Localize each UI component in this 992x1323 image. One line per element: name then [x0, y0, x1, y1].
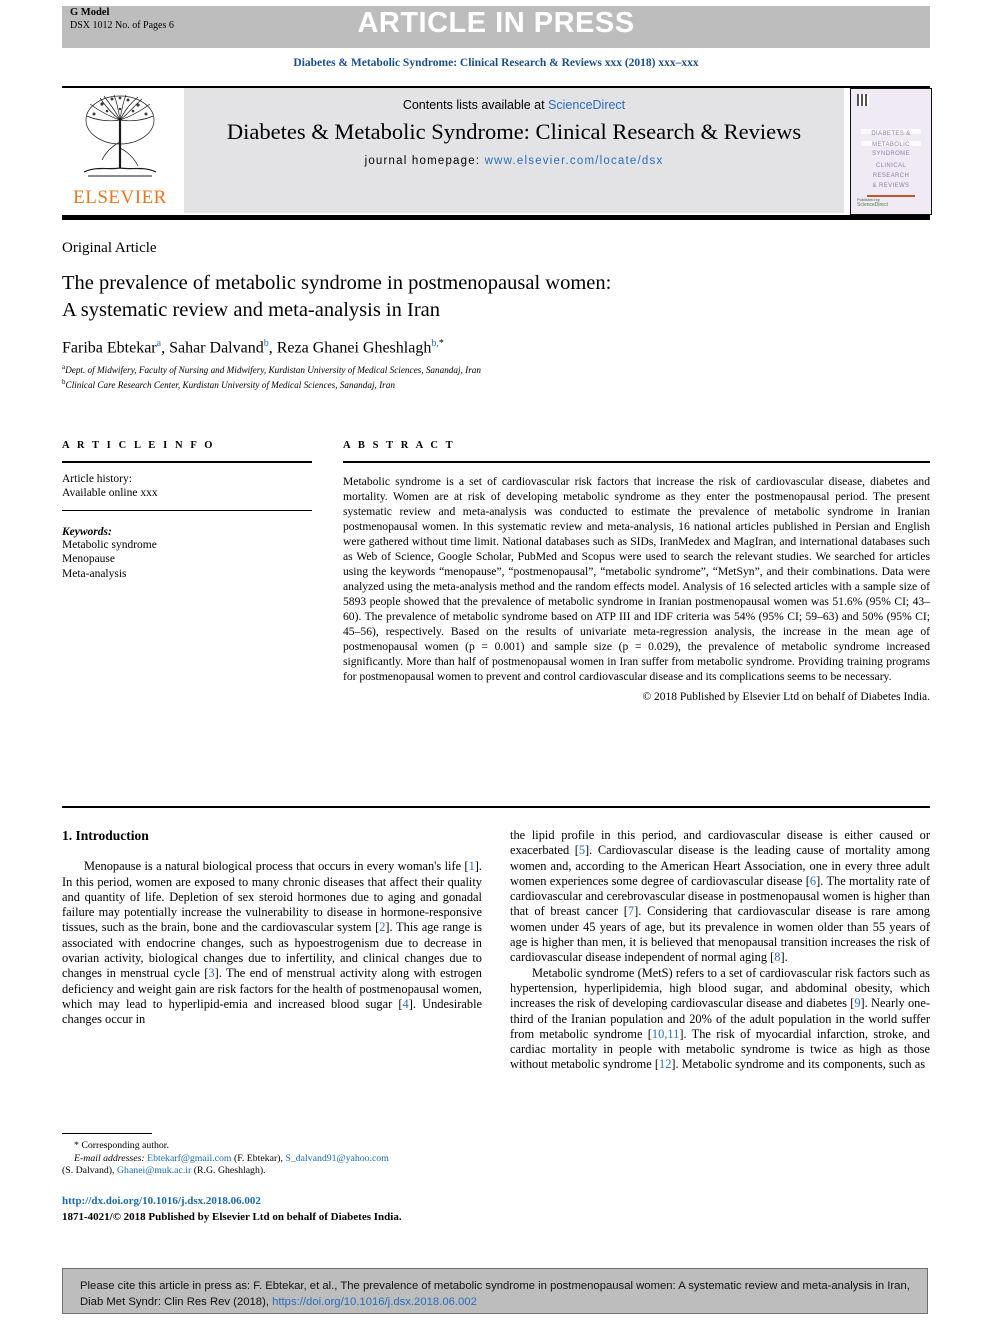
introduction-left-column: 1. Introduction Menopause is a natural b… — [62, 828, 482, 1028]
keywords-label: Keywords: — [62, 525, 112, 538]
reference-link[interactable]: 6 — [810, 874, 816, 888]
journal-running-head: Diabetes & Metabolic Syndrome: Clinical … — [293, 57, 699, 69]
affiliation-item: bClinical Care Research Center, Kurdista… — [62, 377, 882, 392]
journal-title: Diabetes & Metabolic Syndrome: Clinical … — [226, 119, 802, 144]
email-link-ebtekar[interactable]: Ebtekarf@gmail.com — [147, 1153, 231, 1164]
introduction-paragraph: Metabolic syndrome (MetS) refers to a se… — [510, 965, 931, 1072]
abstract-text: Metabolic syndrome is a set of cardiovas… — [343, 474, 930, 683]
masthead-bottom-rule — [62, 215, 930, 220]
abstract-bottom-rule — [62, 806, 930, 808]
affiliation-list: aDept. of Midwifery, Faculty of Nursing … — [62, 362, 882, 391]
author-name[interactable]: Sahar Dalvand — [169, 339, 264, 356]
affiliation-text: Clinical Care Research Center, Kurdistan… — [65, 379, 395, 390]
email-addresses-label: E-mail addresses: — [74, 1152, 145, 1164]
article-info-heading: A R T I C L E I N F O — [62, 440, 216, 451]
elsevier-logo: ELSEVIER — [62, 88, 178, 213]
article-history-label: Article history: — [62, 472, 132, 485]
reference-link[interactable]: 4 — [403, 997, 409, 1011]
corresponding-author-text: Corresponding author. — [81, 1140, 169, 1151]
author-name[interactable]: Reza Ghanei Gheshlagh — [277, 339, 432, 356]
reference-link[interactable]: 5 — [579, 843, 585, 857]
elsevier-wordmark: ELSEVIER — [73, 187, 167, 208]
corresponding-author-marker: * — [438, 338, 444, 349]
corresponding-author-star: * — [74, 1140, 79, 1151]
journal-cover-thumbnail[interactable]: DIABETES & METABOLIC SYNDROME CLINICAL R… — [850, 88, 932, 215]
author-separator: , — [268, 339, 277, 357]
keyword-item: Menopause — [62, 553, 116, 566]
keyword-item: Meta-analysis — [62, 567, 127, 580]
introduction-right-column: the lipid profile in this period, and ca… — [510, 828, 930, 1073]
introduction-paragraph: Menopause is a natural biological proces… — [62, 859, 483, 1027]
reference-link[interactable]: 10,11 — [652, 1027, 679, 1041]
article-title-line-2: A systematic review and meta-analysis in… — [62, 299, 440, 321]
article-type-label: Original Article — [62, 240, 157, 256]
reference-link[interactable]: 9 — [854, 996, 860, 1010]
cover-line-6: & REVIEWS — [872, 183, 910, 189]
citation-notice-body: Please cite this article in press as: F.… — [80, 1280, 910, 1308]
cover-line-2: METABOLIC — [872, 142, 910, 148]
abstract-rule-top — [343, 461, 930, 463]
email-addresses-line: E-mail addresses: Ebtekarf@gmail.com (F.… — [74, 1153, 492, 1166]
author-list: Fariba Ebtekara, Sahar Dalvandb, Reza Gh… — [62, 338, 882, 357]
doi-link[interactable]: http://dx.doi.org/10.1016/j.dsx.2018.06.… — [62, 1195, 261, 1207]
cover-line-4: CLINICAL — [875, 163, 907, 169]
email-owner-dalvand: (S. Dalvand), — [62, 1165, 115, 1177]
cover-line-1: DIABETES & — [871, 131, 911, 137]
journal-masthead: ELSEVIER Contents lists available at Sci… — [62, 88, 932, 215]
contents-lists-line: Contents lists available at ScienceDirec… — [184, 88, 844, 112]
article-info-rule-top — [62, 461, 312, 463]
footnote-block: * Corresponding author. E-mail addresses… — [62, 1140, 492, 1178]
author-name[interactable]: Fariba Ebtekar — [62, 339, 157, 356]
elsevier-tree-icon — [83, 94, 157, 177]
cover-sciencedirect-mark: Published by ScienceDirect — [857, 197, 888, 208]
author-separator: , — [161, 339, 170, 357]
reference-link[interactable]: 3 — [208, 966, 214, 980]
abstract-heading: A B S T R A C T — [343, 440, 456, 451]
affiliation-text: Dept. of Midwifery, Faculty of Nursing a… — [65, 365, 481, 376]
abstract-column: A B S T R A C T Metabolic syndrome is a … — [343, 440, 930, 703]
citation-notice-text: Please cite this article in press as: F.… — [80, 1278, 916, 1310]
qr-code-icon — [857, 94, 869, 106]
citation-doi-link[interactable]: https://doi.org/10.1016/j.dsx.2018.06.00… — [272, 1296, 477, 1308]
masthead-center-panel: Contents lists available at ScienceDirec… — [184, 88, 844, 213]
email-link-dalvand[interactable]: S_dalvand91@yahoo.com — [285, 1153, 388, 1164]
issn-copyright-line: 1871-4021/© 2018 Published by Elsevier L… — [62, 1211, 402, 1223]
reference-link[interactable]: 8 — [774, 950, 780, 964]
email-owner-ghanei: (R.G. Gheshlagh). — [193, 1165, 266, 1177]
cover-line-3: SYNDROME — [872, 151, 910, 157]
introduction-paragraph: the lipid profile in this period, and ca… — [510, 828, 931, 965]
article-title-line-1: The prevalence of metabolic syndrome in … — [62, 272, 612, 294]
article-history-block: Article history: Available online xxx — [62, 472, 312, 500]
corresponding-author-note: * Corresponding author. — [74, 1140, 492, 1153]
article-in-press-title: ARTICLE IN PRESS — [357, 7, 635, 39]
reference-link[interactable]: 1 — [469, 859, 475, 873]
journal-homepage-line: journal homepage: www.elsevier.com/locat… — [184, 145, 844, 167]
cover-line-5: RESEARCH — [872, 173, 910, 179]
email-addresses-line-2: (S. Dalvand), Ghanei@muk.ac.ir (R.G. Ghe… — [62, 1165, 492, 1178]
reference-link[interactable]: 12 — [659, 1057, 671, 1071]
article-history-value: Available online xxx — [62, 486, 158, 499]
abstract-copyright: © 2018 Published by Elsevier Ltd on beha… — [642, 690, 930, 703]
contents-lists-label: Contents lists available at — [402, 98, 549, 112]
sciencedirect-link[interactable]: ScienceDirect — [548, 98, 625, 112]
page-title: The prevalence of metabolic syndrome in … — [62, 270, 862, 324]
reference-link[interactable]: 7 — [628, 904, 634, 918]
email-owner-ebtekar: (F. Ebtekar), — [233, 1152, 283, 1164]
author-affiliation-marker: b, — [431, 338, 439, 349]
affiliation-item: aDept. of Midwifery, Faculty of Nursing … — [62, 362, 882, 377]
homepage-label: journal homepage: — [364, 155, 485, 167]
homepage-url[interactable]: www.elsevier.com/locate/dsx — [485, 155, 664, 167]
article-info-column: A R T I C L E I N F O Article history: A… — [62, 440, 312, 581]
email-link-ghanei[interactable]: Ghanei@muk.ac.ir — [117, 1165, 191, 1176]
introduction-heading: 1. Introduction — [62, 828, 149, 843]
reference-link[interactable]: 2 — [379, 920, 385, 934]
footnote-separator-rule — [62, 1133, 152, 1135]
cover-sciencedirect-label: ScienceDirect — [857, 202, 888, 208]
keyword-item: Metabolic syndrome — [62, 538, 157, 551]
article-info-rule-middle — [62, 509, 312, 511]
